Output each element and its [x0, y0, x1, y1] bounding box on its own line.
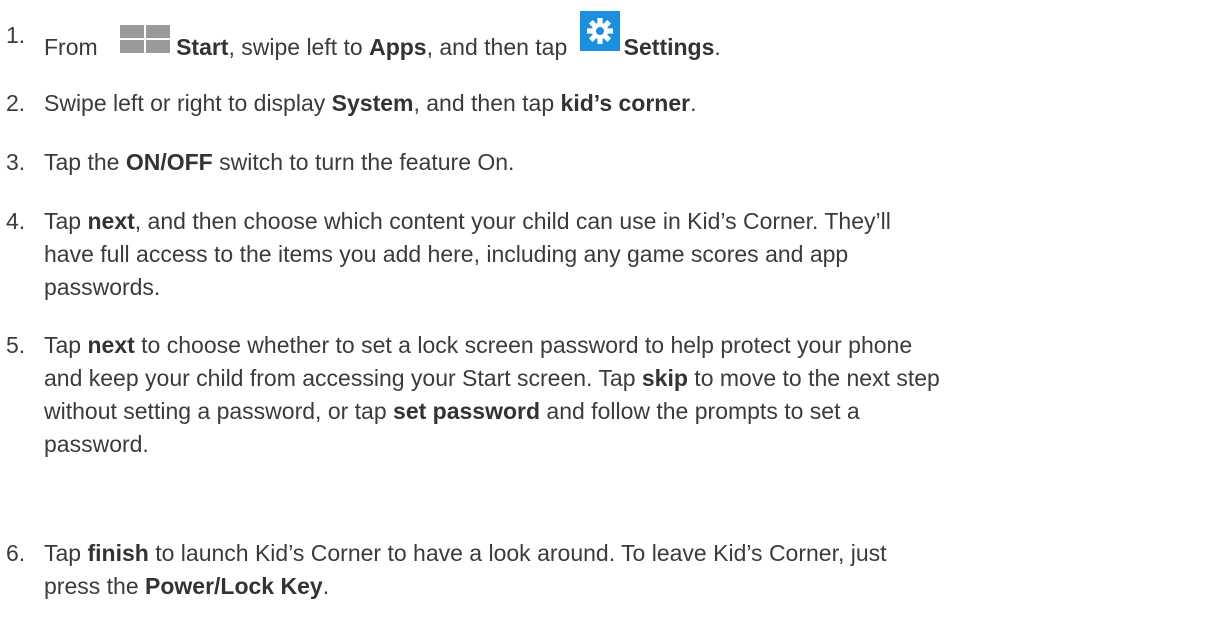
bold-term: next [87, 332, 135, 358]
text-run: , swipe left to [228, 34, 370, 60]
step-text: From Start, swipe left to Apps, and then… [44, 11, 1200, 64]
text-run: , and then tap [426, 34, 574, 60]
step-number: 4. [6, 208, 26, 234]
step-number: 1. [6, 22, 26, 48]
text-run: without setting a password, or tap [44, 398, 394, 424]
bold-term: kid’s corner [560, 90, 691, 116]
text-run: to choose whether to set a lock screen p… [134, 332, 913, 358]
step-text: Tap the ON/OFF switch to turn the featur… [44, 146, 1200, 179]
step-6: 6. Tap finish to launch Kid’s Corner to … [0, 537, 1200, 603]
text-run: Swipe left or right to display [44, 90, 332, 116]
text-run: and keep your child from accessing your … [44, 365, 642, 391]
text-run: to move to the next step [687, 365, 940, 391]
step-1: 1. From Start, swipe left to Apps, and t… [0, 11, 1200, 64]
step-text: Tap next, and then choose which content … [44, 205, 1200, 304]
step-2: 2. Swipe left or right to display System… [0, 87, 1200, 120]
bold-term: skip [641, 365, 688, 391]
step-4: 4. Tap next, and then choose which conte… [0, 205, 1200, 304]
step-text: Tap next to choose whether to set a lock… [44, 329, 1200, 461]
text-run: . [714, 34, 721, 60]
bold-term: Apps [369, 34, 427, 60]
text-run: have full access to the items you add he… [44, 241, 849, 267]
step-5: 5. Tap next to choose whether to set a l… [0, 329, 1200, 461]
step-number: 5. [6, 332, 26, 358]
text-run: , and then tap [413, 90, 561, 116]
bold-term: next [87, 208, 135, 234]
step-3: 3. Tap the ON/OFF switch to turn the fea… [0, 146, 1200, 179]
text-run: passwords. [44, 274, 161, 300]
bold-term: ON/OFF [125, 149, 213, 175]
text-run: password. [44, 431, 149, 457]
bold-term: Settings [623, 34, 715, 60]
bold-term: finish [87, 540, 149, 566]
windows-start-icon [120, 25, 171, 53]
bold-term: Power/Lock Key [145, 573, 323, 599]
bold-term: System [331, 90, 414, 116]
text-run: to launch Kid’s Corner to have a look ar… [148, 540, 887, 566]
step-number: 2. [6, 90, 26, 116]
step-number: 3. [6, 149, 26, 175]
text-run: Tap the [44, 149, 126, 175]
step-number: 6. [6, 540, 26, 566]
text-run: , and then choose which content your chi… [134, 208, 891, 234]
text-run: and follow the prompts to set a [540, 398, 860, 424]
text-run: switch to turn the feature On. [212, 149, 515, 175]
step-text: Tap finish to launch Kid’s Corner to hav… [44, 537, 1200, 603]
text-run: press the [44, 573, 145, 599]
text-run: . [690, 90, 697, 116]
bold-term: Start [176, 34, 229, 60]
text-run: . [322, 573, 330, 599]
step-text: Swipe left or right to display System, a… [44, 87, 1200, 120]
bold-term: set password [393, 398, 541, 424]
settings-gear-icon [579, 11, 620, 51]
